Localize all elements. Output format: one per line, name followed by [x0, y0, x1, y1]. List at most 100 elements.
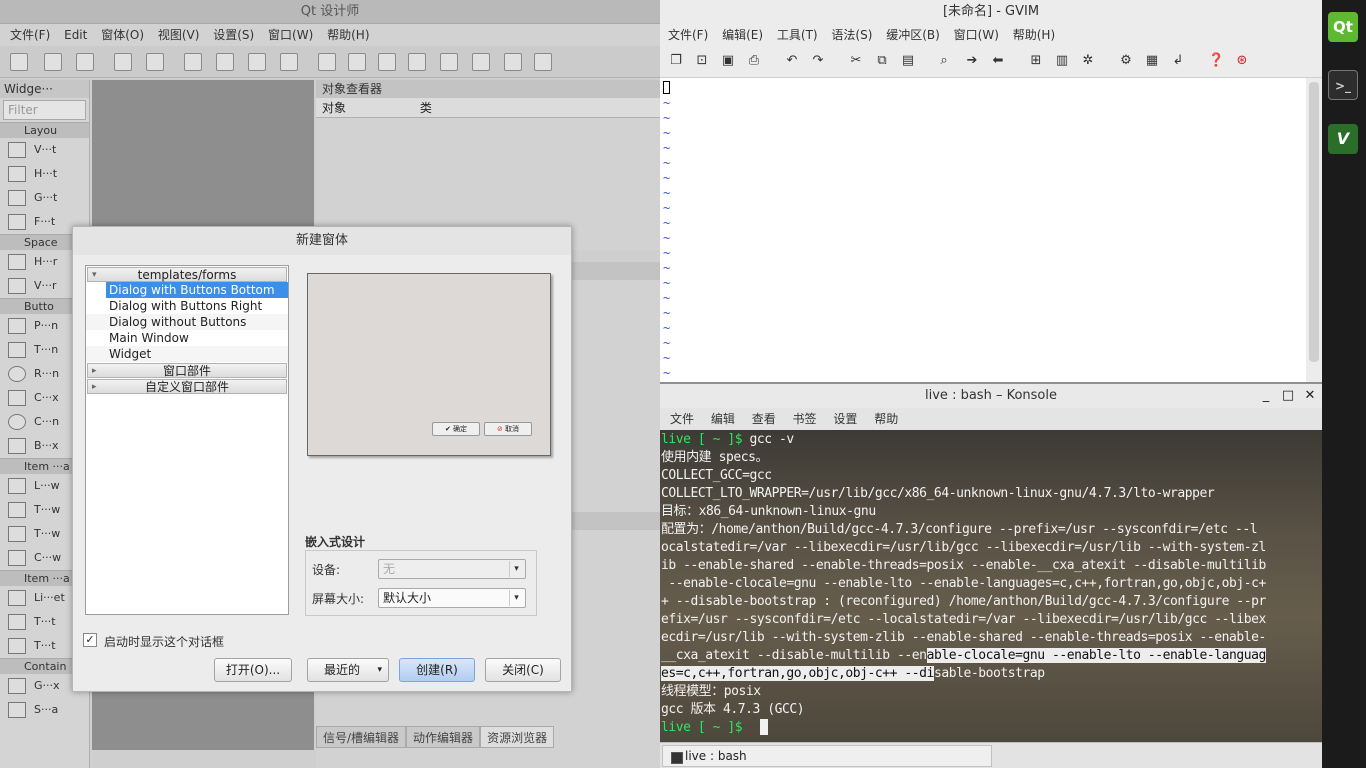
edit-widgets-icon[interactable]: [184, 53, 202, 71]
minimize-icon[interactable]: _: [1258, 386, 1274, 406]
make-icon[interactable]: ⚙: [1118, 53, 1134, 69]
save-session-icon[interactable]: ▥: [1054, 53, 1070, 69]
break-layout-icon[interactable]: [504, 53, 522, 71]
horizontal-layout-icon: [8, 166, 26, 182]
gvim-menu-file[interactable]: 文件(F): [660, 24, 713, 46]
template-dialog-buttons-bottom[interactable]: Dialog with Buttons Bottom: [106, 282, 288, 298]
qt-menu-file[interactable]: 文件(F): [0, 24, 55, 46]
save-form-icon[interactable]: [76, 53, 94, 71]
tab-signal-slot-editor[interactable]: 信号/槽编辑器: [316, 726, 407, 748]
show-on-startup-checkbox[interactable]: ✓: [83, 633, 97, 647]
save-all-icon[interactable]: ▣: [720, 53, 736, 69]
terminal-area[interactable]: live [ ~ ]$ gcc -v 使用内建 specs。 COLLECT_G…: [660, 430, 1322, 742]
layout-form-icon[interactable]: [472, 53, 490, 71]
template-main-window[interactable]: Main Window: [86, 330, 288, 346]
layout-h-splitter-icon[interactable]: [378, 53, 396, 71]
qt-menu-window[interactable]: 窗口(W): [263, 24, 318, 46]
konsole-menu-settings[interactable]: 设置: [825, 408, 862, 430]
widget-filter-input[interactable]: Filter: [3, 100, 86, 120]
tree-group-templates[interactable]: ▾ templates/forms: [87, 267, 287, 282]
layout-horizontal-icon[interactable]: [318, 53, 336, 71]
konsole-menu-file[interactable]: 文件: [660, 408, 699, 430]
gvim-menu-window[interactable]: 窗口(W): [949, 24, 1004, 46]
konsole-menu-view[interactable]: 查看: [744, 408, 781, 430]
edit-buddies-icon[interactable]: [248, 53, 266, 71]
close-button[interactable]: 关闭(C): [485, 658, 561, 682]
qt-menu-form[interactable]: 窗体(O): [96, 24, 149, 46]
tree-group-widgets[interactable]: ▸ 窗口部件: [87, 363, 287, 378]
konsole-menu-help[interactable]: 帮助: [866, 408, 903, 430]
copy-icon[interactable]: [114, 53, 132, 71]
gvim-launcher-icon[interactable]: V: [1328, 124, 1358, 154]
create-button[interactable]: 创建(R): [399, 658, 475, 682]
adjust-size-icon[interactable]: [534, 53, 552, 71]
screen-size-combo[interactable]: 默认大小 ▾: [378, 588, 526, 608]
layout-v-splitter-icon[interactable]: [408, 53, 426, 71]
konsole-tab[interactable]: live : bash: [662, 745, 992, 767]
redo-icon[interactable]: ↷: [810, 53, 826, 69]
konsole-launcher-icon[interactable]: >_: [1328, 70, 1358, 100]
run-script-icon[interactable]: ✲: [1080, 53, 1096, 69]
konsole-menu-edit[interactable]: 编辑: [703, 408, 740, 430]
list-widget-icon: [8, 590, 26, 606]
layout-grid-icon[interactable]: [440, 53, 458, 71]
col-object[interactable]: 对象: [316, 98, 416, 118]
wb-category-layouts[interactable]: Layou: [0, 122, 89, 138]
undo-icon[interactable]: ↶: [784, 53, 800, 69]
help-icon[interactable]: ❓: [1208, 53, 1224, 69]
template-dialog-without-buttons[interactable]: Dialog without Buttons: [86, 314, 288, 330]
qt-designer-launcher-icon[interactable]: Qt: [1328, 12, 1358, 42]
gvim-menu-tools[interactable]: 工具(T): [772, 24, 823, 46]
gvim-menu-syntax[interactable]: 语法(S): [826, 24, 877, 46]
terminal-line: 线程模型：posix: [661, 684, 761, 699]
close-icon[interactable]: ✕: [1302, 386, 1318, 406]
template-dialog-buttons-right[interactable]: Dialog with Buttons Right: [86, 298, 288, 314]
gvim-menu-help[interactable]: 帮助(H): [1008, 24, 1060, 46]
wb-item-scroll-area[interactable]: S···a: [0, 698, 89, 722]
copy-icon[interactable]: ⧉: [874, 53, 890, 69]
wb-item-horizontal-layout[interactable]: H···t: [0, 162, 89, 186]
find-icon[interactable]: ⌕: [936, 53, 952, 69]
gvim-text-area[interactable]: ~ ~ ~ ~ ~ ~ ~ ~ ~ ~ ~ ~ ~ ~ ~ ~ ~ ~ ~: [660, 78, 1306, 382]
gvim-menu-buffers[interactable]: 缓冲区(B): [881, 24, 945, 46]
new-form-icon[interactable]: [10, 53, 28, 71]
layout-vertical-icon[interactable]: [348, 53, 366, 71]
maximize-icon[interactable]: □: [1280, 386, 1296, 406]
konsole-tabbar: live : bash: [660, 742, 1322, 768]
collapsed-arrow-icon: ▸: [92, 366, 97, 376]
edit-signals-icon[interactable]: [216, 53, 234, 71]
build-tags-icon[interactable]: ▦: [1144, 53, 1160, 69]
open-form-icon[interactable]: [44, 53, 62, 71]
paste-icon[interactable]: [146, 53, 164, 71]
cut-icon[interactable]: ✂: [848, 53, 864, 69]
find-help-icon[interactable]: ⊛: [1234, 53, 1250, 69]
load-session-icon[interactable]: ⊞: [1028, 53, 1044, 69]
konsole-menu-bookmarks[interactable]: 书签: [785, 408, 822, 430]
qt-menu-edit[interactable]: Edit: [59, 24, 92, 46]
jump-tag-icon[interactable]: ↲: [1170, 53, 1186, 69]
gvim-scrollbar-thumb[interactable]: [1309, 82, 1319, 362]
edit-tab-order-icon[interactable]: [280, 53, 298, 71]
wb-item-grid-layout[interactable]: G···t: [0, 186, 89, 210]
qt-menu-help[interactable]: 帮助(H): [322, 24, 374, 46]
paste-icon[interactable]: ▤: [900, 53, 916, 69]
qt-menu-settings[interactable]: 设置(S): [208, 24, 259, 46]
open-button[interactable]: 打开(O)...: [214, 658, 292, 682]
tab-resource-browser[interactable]: 资源浏览器: [480, 726, 555, 748]
qt-dock-tabs: 信号/槽编辑器 动作编辑器 资源浏览器: [316, 726, 660, 748]
recent-button[interactable]: 最近的 ▾: [307, 658, 389, 682]
print-icon[interactable]: ⎙: [746, 53, 762, 69]
find-next-icon[interactable]: ➔: [964, 53, 980, 69]
tab-action-editor[interactable]: 动作编辑器: [406, 726, 481, 748]
find-prev-icon[interactable]: ⬅: [990, 53, 1006, 69]
template-widget[interactable]: Widget: [86, 346, 288, 362]
wb-item-vertical-layout[interactable]: V···t: [0, 138, 89, 162]
tree-group-custom-widgets[interactable]: ▸ 自定义窗口部件: [87, 379, 287, 394]
open-file-icon[interactable]: ❐: [668, 53, 684, 69]
gvim-window: [未命名] - GVIM 文件(F) 编辑(E) 工具(T) 语法(S) 缓冲区…: [660, 0, 1322, 382]
template-tree[interactable]: ▾ templates/forms Dialog with Buttons Bot…: [85, 265, 289, 615]
save-file-icon[interactable]: ⊡: [694, 53, 710, 69]
col-class[interactable]: 类: [420, 101, 432, 115]
qt-menu-view[interactable]: 视图(V): [153, 24, 205, 46]
gvim-menu-edit[interactable]: 编辑(E): [717, 24, 768, 46]
